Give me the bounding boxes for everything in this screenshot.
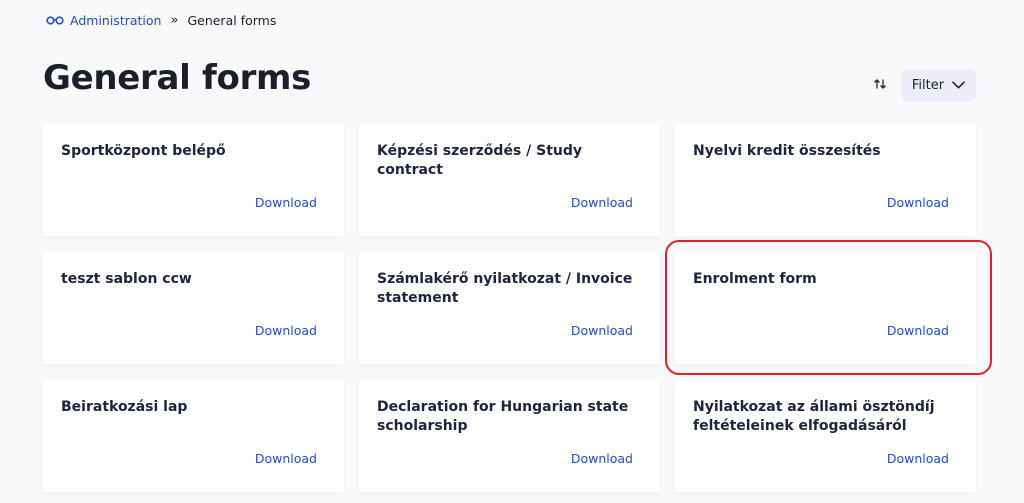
- glasses-icon: [46, 15, 64, 25]
- forms-grid: Sportközpont belépő Download Képzési sze…: [43, 123, 976, 492]
- page-title: General forms: [43, 58, 312, 98]
- download-link[interactable]: Download: [255, 195, 317, 210]
- form-card-title: Enrolment form: [693, 271, 817, 287]
- form-card: Képzési szerződés / Study contract Downl…: [359, 123, 660, 236]
- form-card-title: Nyilatkozat az állami ösztöndíj feltétel…: [693, 399, 935, 434]
- download-link[interactable]: Download: [887, 323, 949, 338]
- download-link[interactable]: Download: [887, 195, 949, 210]
- form-card-title: Képzési szerződés / Study contract: [377, 143, 583, 178]
- form-card-title: teszt sablon ccw: [61, 271, 192, 287]
- sort-arrows-icon: [873, 76, 887, 95]
- form-card-title: Számlakérő nyilatkozat / Invoice stateme…: [377, 271, 633, 306]
- breadcrumb: Administration » General forms: [46, 10, 276, 30]
- form-card: Számlakérő nyilatkozat / Invoice stateme…: [359, 251, 660, 364]
- download-link[interactable]: Download: [571, 323, 633, 338]
- sort-button[interactable]: [868, 74, 892, 96]
- breadcrumb-link-administration[interactable]: Administration: [70, 13, 161, 28]
- chevron-down-icon: [952, 78, 965, 93]
- download-link[interactable]: Download: [255, 451, 317, 466]
- form-card: Declaration for Hungarian state scholars…: [359, 379, 660, 492]
- filter-label: Filter: [911, 77, 945, 93]
- download-link[interactable]: Download: [887, 451, 949, 466]
- form-card-title: Declaration for Hungarian state scholars…: [377, 399, 629, 434]
- form-card: Nyelvi kredit összesítés Download: [675, 123, 976, 236]
- download-link[interactable]: Download: [255, 323, 317, 338]
- form-card: Beiratkozási lap Download: [43, 379, 344, 492]
- form-card: Nyilatkozat az állami ösztöndíj feltétel…: [675, 379, 976, 492]
- filter-button[interactable]: Filter: [901, 69, 976, 101]
- form-card-title: Beiratkozási lap: [61, 399, 188, 415]
- breadcrumb-current: General forms: [187, 12, 277, 28]
- form-card: Sportközpont belépő Download: [43, 123, 344, 236]
- form-card-title: Sportközpont belépő: [61, 143, 226, 159]
- download-link[interactable]: Download: [571, 451, 633, 466]
- form-card-title: Nyelvi kredit összesítés: [693, 143, 881, 159]
- breadcrumb-separator: »: [170, 12, 179, 28]
- form-card: teszt sablon ccw Download: [43, 251, 344, 364]
- form-card-enrolment: Enrolment form Download: [675, 251, 976, 364]
- download-link[interactable]: Download: [571, 195, 633, 210]
